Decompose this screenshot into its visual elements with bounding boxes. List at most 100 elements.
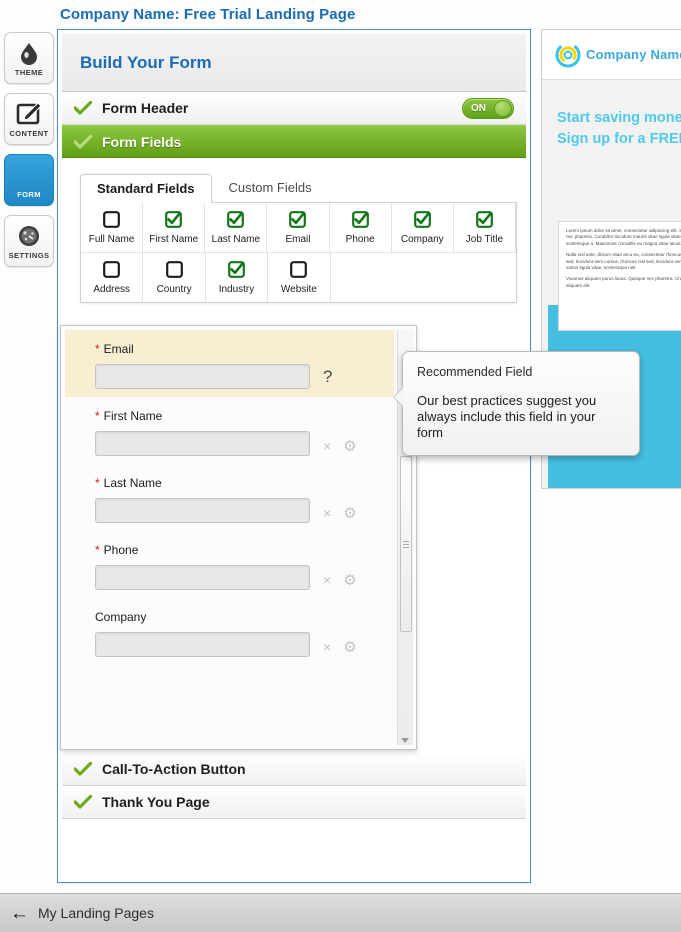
form-lines-icon: [16, 162, 42, 188]
rail-label-form: FORM: [17, 189, 41, 199]
rail-item-form[interactable]: FORM: [4, 154, 54, 206]
app-root: Company Name: Free Trial Landing Page TH…: [0, 0, 681, 932]
section-thank-you-page[interactable]: Thank You Page: [62, 786, 526, 819]
field-option-country[interactable]: Country: [143, 253, 206, 302]
form-field-label-text: Last Name: [103, 476, 162, 490]
checkbox-checked-icon[interactable]: [165, 211, 183, 228]
checkbox-unchecked-icon[interactable]: [103, 211, 120, 228]
form-field-row-first-name[interactable]: * First Name × ⚙: [65, 397, 394, 464]
checkbox-unchecked-icon[interactable]: [103, 261, 121, 278]
section-call-to-action-button[interactable]: Call-To-Action Button: [62, 753, 526, 786]
form-field-row-phone[interactable]: * Phone × ⚙: [65, 531, 394, 598]
checkbox-checked-icon[interactable]: [227, 211, 245, 228]
checkbox-checked-icon[interactable]: [228, 261, 245, 278]
field-picker: Standard Fields Custom Fields Full Name F…: [62, 158, 526, 313]
form-field-input[interactable]: [95, 431, 310, 456]
form-field-row-last-name[interactable]: * Last Name × ⚙: [65, 464, 394, 531]
field-option-website[interactable]: Website: [268, 253, 331, 302]
rail-item-content[interactable]: CONTENT: [4, 93, 54, 145]
checkbox-unchecked-icon[interactable]: [165, 261, 183, 278]
required-asterisk-icon: *: [95, 342, 100, 356]
field-settings-gear-icon[interactable]: ⚙: [343, 506, 356, 521]
footer-bar: ← My Landing Pages: [0, 893, 681, 932]
scrollbar-thumb[interactable]: [400, 456, 412, 632]
form-field-label-text: Company: [95, 610, 147, 624]
builder-header: Build Your Form: [62, 34, 526, 92]
page-title: Company Name: Free Trial Landing Page: [60, 6, 356, 23]
field-option-label: Job Title: [465, 234, 504, 245]
field-option-label: Website: [280, 284, 317, 295]
checkbox-checked-icon[interactable]: [413, 211, 431, 228]
field-option-label: Email: [285, 234, 311, 245]
droplet-icon: [18, 40, 40, 66]
rail-item-settings[interactable]: SETTINGS: [4, 215, 54, 267]
form-field-list: * Email? * First Name × ⚙ * Last Name × ⚙ * Phone × ⚙…: [65, 330, 394, 745]
field-option-label: Address: [93, 284, 131, 295]
form-field-actions: × ⚙: [323, 506, 357, 521]
form-field-label: * Last Name: [95, 476, 394, 490]
my-landing-pages-link[interactable]: My Landing Pages: [38, 905, 154, 921]
required-asterisk-icon: *: [95, 409, 100, 423]
form-field-row-company[interactable]: Company × ⚙: [65, 598, 394, 665]
field-option-first-name[interactable]: First Name: [143, 203, 206, 252]
checkbox-checked-icon[interactable]: [289, 211, 307, 228]
remove-field-icon[interactable]: ×: [323, 506, 331, 521]
tab-custom-fields[interactable]: Custom Fields: [212, 173, 329, 202]
tooltip-title: Recommended Field: [417, 365, 533, 379]
check-icon: [74, 762, 92, 776]
field-option-email[interactable]: Email: [267, 203, 330, 252]
field-option-industry[interactable]: Industry: [206, 253, 269, 302]
field-checkbox-grid: Full Name First Name Last Name Email Phone Co…: [80, 202, 517, 303]
rail-label-content: CONTENT: [9, 128, 49, 138]
section-form-header[interactable]: Form Header ON: [62, 92, 526, 125]
checkbox-checked-icon[interactable]: [351, 211, 369, 228]
section-form-fields[interactable]: Form Fields: [62, 125, 526, 158]
field-option-phone[interactable]: Phone: [330, 203, 392, 252]
form-field-label-text: Email: [103, 342, 134, 356]
company-logo-icon: [555, 42, 581, 68]
field-settings-gear-icon[interactable]: ⚙: [343, 573, 356, 588]
field-option-job-title[interactable]: Job Title: [454, 203, 516, 252]
remove-field-icon[interactable]: ×: [323, 640, 331, 655]
tooltip-arrow: [394, 388, 403, 406]
left-icon-rail: THEME CONTENT FORM SETTINGS: [4, 32, 56, 276]
preview-paragraph: Vivamus aliquam purus lacus. Quisque nec…: [566, 276, 681, 288]
rail-item-theme[interactable]: THEME: [4, 32, 54, 84]
form-field-input[interactable]: [95, 565, 310, 590]
field-settings-gear-icon[interactable]: ⚙: [343, 439, 356, 454]
checkbox-checked-icon[interactable]: [476, 211, 493, 228]
pencil-edit-icon: [16, 101, 42, 127]
tab-standard-fields[interactable]: Standard Fields: [80, 174, 212, 203]
toggle-state-label: ON: [471, 103, 486, 114]
section-label-call-to-action: Call-To-Action Button: [102, 761, 246, 777]
checkbox-unchecked-icon[interactable]: [290, 261, 308, 278]
builder-title: Build Your Form: [80, 52, 212, 72]
field-option-address[interactable]: Address: [81, 253, 144, 302]
scrollbar-grip-icon: [403, 539, 409, 550]
field-grid-row: Full Name First Name Last Name Email Phone Co…: [81, 203, 516, 253]
field-settings-gear-icon[interactable]: ⚙: [343, 640, 356, 655]
form-field-actions: × ⚙: [323, 573, 357, 588]
field-option-company[interactable]: Company: [392, 203, 454, 252]
form-header-toggle[interactable]: ON: [462, 98, 514, 119]
form-field-input[interactable]: [95, 632, 310, 657]
preview-brand-name: Company Name: [586, 47, 681, 62]
form-field-input[interactable]: [95, 364, 310, 389]
form-field-input[interactable]: [95, 498, 310, 523]
remove-field-icon[interactable]: ×: [323, 439, 331, 454]
help-question-icon[interactable]: ?: [323, 367, 332, 387]
scroll-down-arrow-icon[interactable]: [401, 738, 409, 743]
form-field-row-email[interactable]: * Email?: [65, 330, 394, 397]
field-option-label: Company: [400, 234, 444, 245]
form-field-label: * First Name: [95, 409, 394, 423]
toggle-knob: [494, 100, 512, 117]
remove-field-icon[interactable]: ×: [323, 573, 331, 588]
check-icon: [74, 134, 92, 149]
check-icon: [74, 795, 92, 809]
field-picker-tabs: Standard Fields Custom Fields: [80, 172, 514, 203]
preview-text-box: Lorem ipsum dolor sit amet, consectetur …: [558, 221, 681, 331]
field-option-label: Industry: [218, 284, 255, 295]
field-option-full-name[interactable]: Full Name: [81, 203, 144, 252]
field-option-last-name[interactable]: Last Name: [205, 203, 268, 252]
back-arrow-icon[interactable]: ←: [10, 904, 29, 923]
